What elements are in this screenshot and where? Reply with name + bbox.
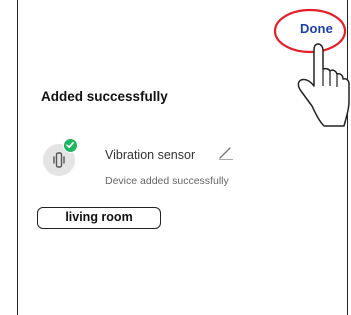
edit-pencil-icon[interactable] <box>218 146 234 160</box>
device-name: Vibration sensor <box>105 148 196 162</box>
room-selector[interactable]: living room <box>37 207 161 229</box>
page-title: Added successfully <box>41 89 168 104</box>
device-icon-container <box>43 138 78 176</box>
check-icon <box>66 142 74 148</box>
done-button[interactable]: Done <box>300 21 333 36</box>
device-status-text: Device added successfully <box>105 175 229 187</box>
vibration-sensor-icon <box>53 152 65 168</box>
success-badge <box>63 138 78 153</box>
